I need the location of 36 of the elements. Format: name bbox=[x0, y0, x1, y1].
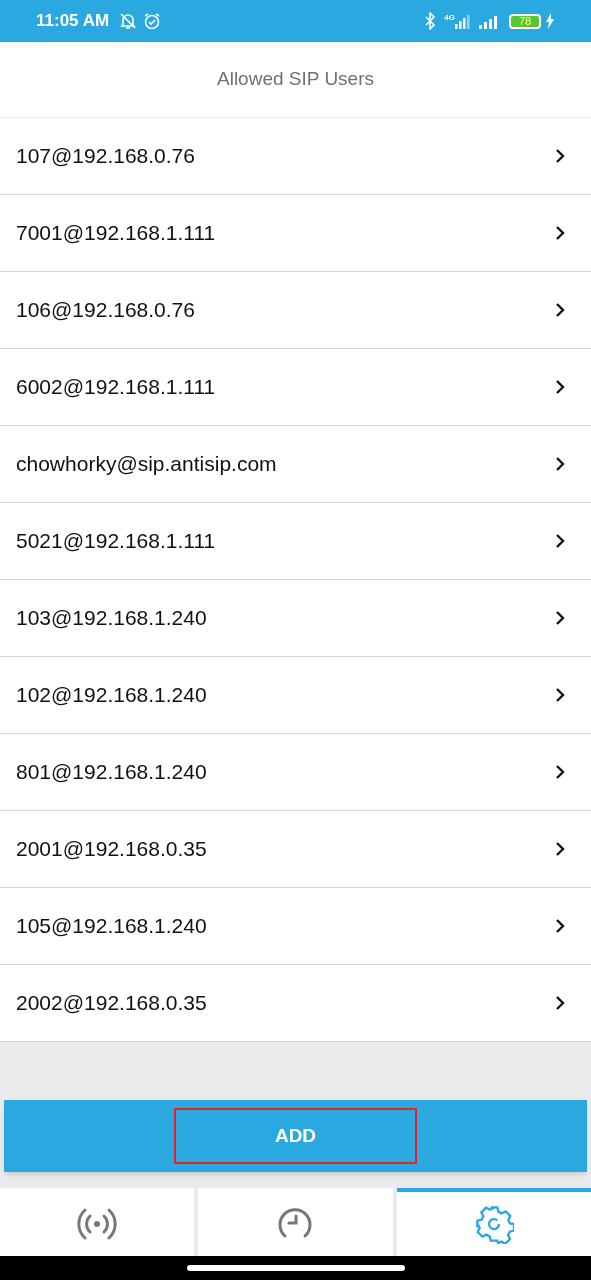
alarm-icon bbox=[143, 12, 162, 30]
chevron-right-icon bbox=[555, 918, 565, 934]
settings-icon bbox=[473, 1204, 514, 1244]
chevron-right-icon bbox=[555, 302, 565, 318]
user-row[interactable]: 102@192.168.1.240 bbox=[0, 657, 591, 734]
user-row[interactable]: 6002@192.168.1.111 bbox=[0, 349, 591, 426]
chevron-right-icon bbox=[555, 148, 565, 164]
user-row[interactable]: 5021@192.168.1.111 bbox=[0, 503, 591, 580]
chevron-right-icon bbox=[555, 533, 565, 549]
chevron-right-icon bbox=[555, 764, 565, 780]
user-row[interactable]: 2002@192.168.0.35 bbox=[0, 965, 591, 1042]
user-row[interactable]: 2001@192.168.0.35 bbox=[0, 811, 591, 888]
broadcast-icon bbox=[77, 1207, 118, 1241]
chevron-right-icon bbox=[555, 456, 565, 472]
charging-icon bbox=[545, 13, 555, 29]
user-row[interactable]: 7001@192.168.1.111 bbox=[0, 195, 591, 272]
signal-icon bbox=[455, 13, 471, 29]
status-time: 11:05 AM bbox=[36, 10, 110, 33]
user-row[interactable]: 105@192.168.1.240 bbox=[0, 888, 591, 965]
battery-icon: 78 bbox=[509, 13, 541, 29]
user-row[interactable]: chowhorky@sip.antisip.com bbox=[0, 426, 591, 503]
chevron-right-icon bbox=[555, 379, 565, 395]
chevron-right-icon bbox=[555, 687, 565, 703]
chevron-right-icon bbox=[555, 995, 565, 1011]
bluetooth-icon bbox=[424, 12, 437, 30]
chevron-right-icon bbox=[555, 610, 565, 626]
bell-off-icon bbox=[119, 12, 138, 30]
tab[interactable] bbox=[396, 1188, 591, 1256]
chevron-right-icon bbox=[555, 841, 565, 857]
user-row[interactable]: 801@192.168.1.240 bbox=[0, 734, 591, 811]
chevron-right-icon bbox=[555, 225, 565, 241]
user-row[interactable]: 103@192.168.1.240 bbox=[0, 580, 591, 657]
page-title: Allowed SIP Users bbox=[217, 67, 374, 92]
user-row[interactable]: 107@192.168.0.76 bbox=[0, 118, 591, 195]
network-type: 4G bbox=[444, 12, 455, 24]
user-row[interactable]: 106@192.168.0.76 bbox=[0, 272, 591, 349]
